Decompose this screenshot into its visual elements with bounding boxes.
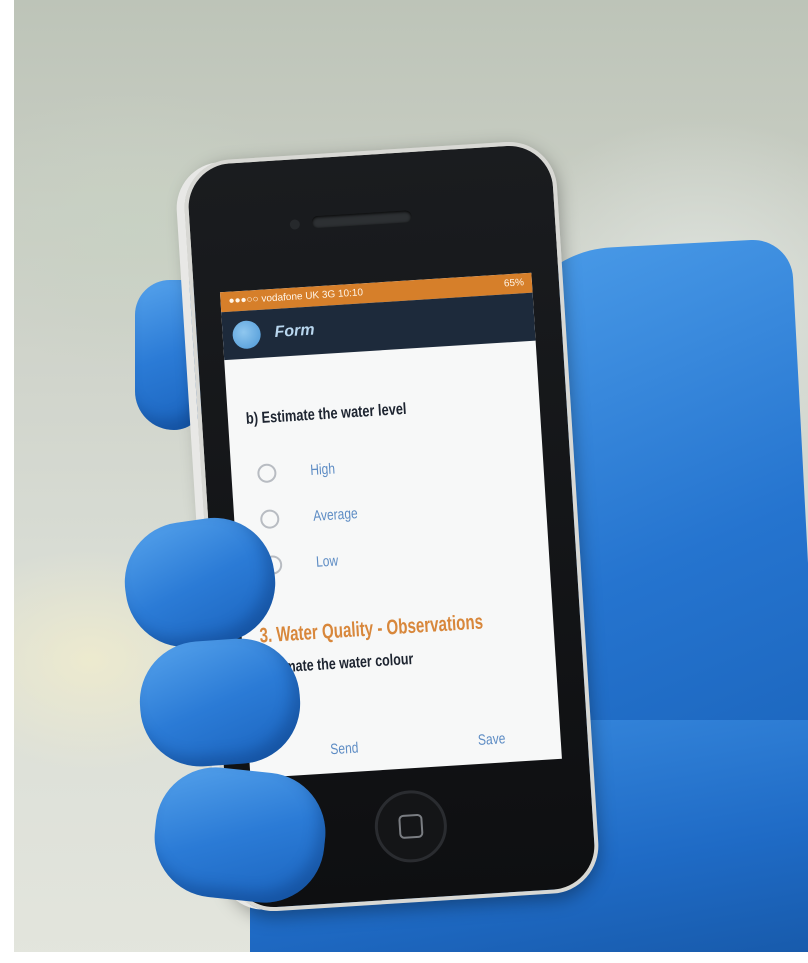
option-label: Average (312, 504, 359, 525)
form-content: b) Estimate the water level High Average… (224, 341, 555, 680)
photo-background: ●●●○○ vodafone UK 3G 10:10 65% Form b) E… (0, 0, 808, 963)
radio-button[interactable] (259, 508, 280, 529)
section-heading: 3. Water Quality - Observations (258, 610, 484, 648)
home-square-icon (398, 813, 424, 840)
image-border (0, 952, 808, 963)
earpiece-speaker (311, 210, 412, 229)
status-battery: 65% (503, 277, 525, 290)
option-label: Low (315, 551, 339, 571)
front-camera-icon (289, 219, 301, 230)
app-logo-icon[interactable] (231, 319, 262, 350)
app-title: Form (274, 321, 316, 341)
home-button[interactable] (372, 788, 450, 865)
radio-button[interactable] (256, 462, 277, 483)
option-label: High (309, 459, 336, 479)
question-water-level: b) Estimate the water level (245, 400, 407, 428)
image-border (0, 0, 14, 963)
send-button[interactable]: Send (330, 739, 359, 758)
save-button[interactable]: Save (477, 730, 505, 749)
